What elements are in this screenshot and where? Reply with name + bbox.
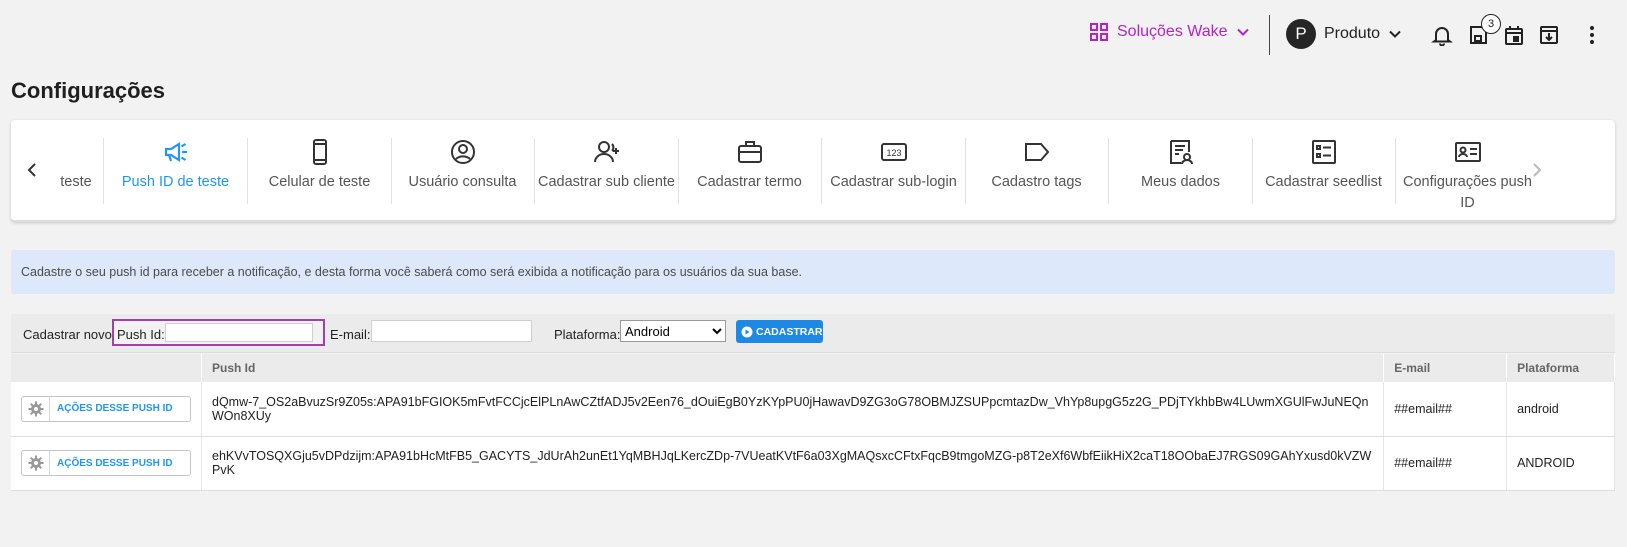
info-banner: Cadastre o seu push id para receber a no… (11, 250, 1615, 294)
briefcase-icon (736, 138, 764, 166)
top-bar: Soluções Wake P Produto 3 (0, 0, 1627, 68)
email-cell: ##email## (1383, 436, 1508, 491)
tab-label: Cadastrar seedlist (1265, 174, 1382, 190)
new-push-id-form: Cadastrar novo: Push Id: E-mail: Platafo… (11, 314, 1615, 353)
user-menu[interactable]: P Produto (1286, 19, 1402, 49)
avatar: P (1286, 19, 1316, 49)
svg-text:123: 123 (886, 148, 901, 158)
tab-cadastro-tags[interactable]: Cadastro tags (965, 138, 1108, 210)
platform-cell: ANDROID (1506, 436, 1615, 491)
calendar-icon[interactable] (1503, 24, 1525, 46)
tab-cadastrar-seedlist[interactable]: Cadastrar seedlist (1252, 138, 1395, 210)
push-id-cell: ehKVvTOSQXGju5vDPdzijm:APA91bHcMtFB5_GAC… (201, 436, 1385, 491)
table-row: AÇÕES DESSE PUSH ID ehKVvTOSQXGju5vDPdzi… (11, 436, 1615, 491)
info-text: Cadastre o seu push id para receber a no… (21, 265, 803, 279)
email-label: E-mail: (330, 327, 371, 342)
column-header-push-id: Push Id (201, 354, 1385, 382)
user-add-icon (593, 138, 621, 166)
tab-celular-de-teste[interactable]: Celular de teste (248, 138, 391, 210)
new-label: Cadastrar novo: (23, 327, 116, 342)
tab-meus-dados[interactable]: Meus dados (1109, 138, 1252, 210)
push-id-highlight: Push Id: (112, 319, 325, 346)
email-input[interactable] (371, 320, 532, 342)
megaphone-icon (162, 138, 190, 166)
platform-select[interactable]: Android (620, 320, 726, 342)
id-card-icon (1454, 138, 1482, 166)
push-id-input[interactable] (165, 323, 313, 342)
grid-icon (1089, 22, 1109, 42)
cadastrar-label: CADASTRAR (756, 325, 823, 338)
more-vertical-icon[interactable] (1581, 24, 1603, 46)
tab-label: Cadastrar termo (697, 174, 802, 190)
tab-label: Celular de teste (268, 174, 371, 190)
column-header-actions (11, 354, 202, 382)
chevron-down-icon (1236, 25, 1250, 39)
settings-tabs: teste Push ID de teste Celular de teste … (11, 120, 1615, 222)
user-label: Produto (1324, 25, 1381, 42)
tab-label: Usuário consulta (408, 174, 517, 190)
smartphone-icon (306, 138, 334, 166)
download-box-icon[interactable] (1538, 24, 1560, 46)
notification-count-badge: 3 (1481, 14, 1501, 34)
tab-cadastrar-termo[interactable]: Cadastrar termo (678, 138, 821, 210)
chevron-left-icon[interactable] (22, 158, 42, 182)
tab-label: Push ID de teste (121, 174, 230, 190)
platform-label: Plataforma: (554, 327, 621, 342)
user-document-icon (1167, 138, 1195, 166)
table-row: AÇÕES DESSE PUSH ID dQmw-7_OS2aBvuzSr9Z0… (11, 382, 1615, 437)
tab-label: Cadastrar sub cliente (537, 174, 675, 190)
tab-teste[interactable]: teste (41, 138, 111, 210)
column-header-platform: Plataforma (1506, 354, 1615, 382)
tab-configuracoes-push-id[interactable]: Configurações push ID (1396, 138, 1539, 211)
bell-icon[interactable] (1431, 24, 1453, 46)
actions-label: AÇÕES DESSE PUSH ID (57, 457, 173, 469)
tag-icon (1023, 138, 1051, 166)
gear-icon (22, 451, 50, 475)
push-id-label: Push Id: (117, 327, 165, 342)
tab-push-id-de-teste[interactable]: Push ID de teste (104, 138, 247, 210)
tab-cadastrar-sub-cliente[interactable]: Cadastrar sub cliente (535, 138, 678, 210)
chevron-right-icon[interactable] (1527, 158, 1547, 182)
tab-label: Configurações push ID (1403, 174, 1532, 211)
tab-label: teste (60, 174, 92, 190)
push-id-actions-button[interactable]: AÇÕES DESSE PUSH ID (21, 395, 191, 422)
push-id-actions-button[interactable]: AÇÕES DESSE PUSH ID (21, 450, 191, 476)
brand-menu[interactable]: Soluções Wake (1089, 22, 1250, 42)
tab-label: Meus dados (1141, 174, 1220, 190)
tab-label: Cadastro tags (991, 174, 1082, 190)
email-cell: ##email## (1383, 382, 1508, 437)
gear-icon (22, 396, 50, 421)
partial-icon (62, 138, 90, 166)
tab-cadastrar-sub-login[interactable]: 123 Cadastrar sub-login (822, 138, 965, 210)
brand-label: Soluções Wake (1117, 23, 1228, 40)
user-circle-icon (449, 138, 477, 166)
cadastrar-button[interactable]: CADASTRAR (736, 320, 823, 343)
actions-label: AÇÕES DESSE PUSH ID (57, 403, 173, 415)
play-circle-icon (741, 326, 753, 338)
push-id-table: Push Id E-mail Plataforma AÇÕES DESSE PU… (11, 354, 1615, 491)
checklist-icon (1310, 138, 1338, 166)
platform-cell: android (1506, 382, 1615, 437)
chevron-down-icon (1388, 27, 1402, 41)
table-header-row: Push Id E-mail Plataforma (11, 354, 1615, 382)
header-divider (1269, 15, 1270, 55)
column-header-email: E-mail (1383, 354, 1508, 382)
number-box-icon: 123 (880, 138, 908, 166)
tab-usuario-consulta[interactable]: Usuário consulta (391, 138, 534, 210)
tab-label: Cadastrar sub-login (830, 174, 957, 190)
page-title: Configurações (11, 78, 166, 103)
push-id-cell: dQmw-7_OS2aBvuzSr9Z05s:APA91bFGIOK5mFvtF… (201, 382, 1385, 437)
